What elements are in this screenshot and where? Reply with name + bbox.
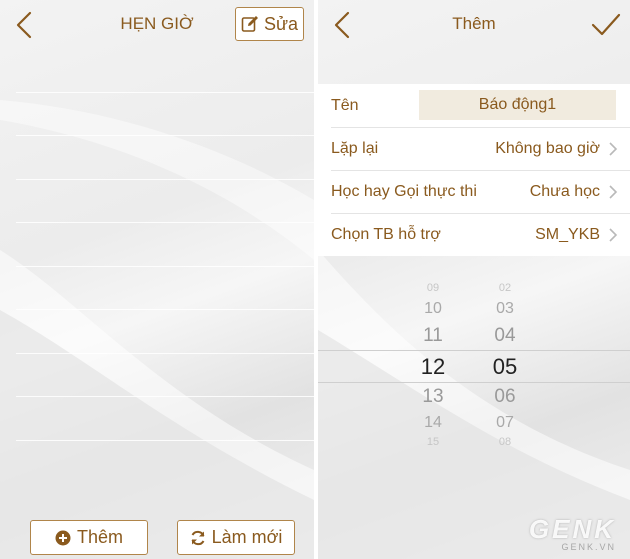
repeat-label: Lặp lại xyxy=(331,139,379,157)
timer-list-screen: HẸN GIỜ Sửa Thêm Làm mới xyxy=(0,0,314,559)
plus-circle-icon xyxy=(55,530,71,545)
minute-selected[interactable]: 05 xyxy=(480,356,530,378)
hour-option[interactable]: 10 xyxy=(408,301,458,317)
genk-watermark: GENK GENK.VN xyxy=(529,514,616,552)
minute-option[interactable]: 07 xyxy=(480,415,530,431)
name-row: Tên Báo động1 xyxy=(318,84,630,127)
left-navbar: HẸN GIỜ Sửa xyxy=(0,0,314,50)
page-title: Thêm xyxy=(452,14,496,33)
edit-button-label: Sửa xyxy=(263,13,299,34)
list-item[interactable] xyxy=(16,136,314,180)
edit-button[interactable]: Sửa xyxy=(235,7,304,41)
refresh-button[interactable]: Làm mới xyxy=(177,520,295,555)
checkmark-icon[interactable] xyxy=(590,12,622,38)
minute-option[interactable]: 06 xyxy=(480,387,530,406)
add-timer-screen: Thêm Tên Báo động1 Lặp lại Không bao giờ… xyxy=(318,0,630,559)
learn-row[interactable]: Học hay Gọi thực thi Chưa học xyxy=(318,170,630,213)
learn-label: Học hay Gọi thực thi xyxy=(331,182,477,200)
learn-value: Chưa học xyxy=(529,182,600,200)
hour-option[interactable]: 14 xyxy=(408,415,458,431)
repeat-row[interactable]: Lặp lại Không bao giờ xyxy=(318,127,630,170)
chevron-right-icon xyxy=(609,227,618,242)
timer-form: Tên Báo động1 Lặp lại Không bao giờ Học … xyxy=(318,84,630,256)
list-item[interactable] xyxy=(16,310,314,354)
hour-selected[interactable]: 12 xyxy=(408,356,458,378)
timer-list xyxy=(16,49,314,441)
device-label: Chọn TB hỗ trợ xyxy=(331,225,441,243)
chevron-right-icon xyxy=(609,184,618,199)
right-navbar: Thêm xyxy=(318,0,630,50)
time-picker[interactable]: 09 10 11 12 13 14 15 02 03 04 05 06 07 0… xyxy=(318,270,630,460)
hour-option[interactable]: 15 xyxy=(408,437,458,448)
refresh-icon xyxy=(191,530,205,545)
device-row[interactable]: Chọn TB hỗ trợ SM_YKB xyxy=(318,213,630,256)
list-item[interactable] xyxy=(16,223,314,267)
list-item[interactable] xyxy=(16,354,314,397)
add-button-label: Thêm xyxy=(76,527,123,547)
minute-option[interactable]: 02 xyxy=(480,283,530,294)
repeat-value: Không bao giờ xyxy=(495,139,600,157)
picker-selection-band xyxy=(318,350,630,383)
list-item[interactable] xyxy=(16,267,314,310)
add-button[interactable]: Thêm xyxy=(30,520,148,555)
hour-option[interactable]: 11 xyxy=(408,326,458,345)
chevron-right-icon xyxy=(609,141,618,156)
minute-option[interactable]: 03 xyxy=(480,301,530,317)
edit-icon xyxy=(241,16,258,32)
list-item[interactable] xyxy=(16,93,314,136)
name-field[interactable]: Báo động1 xyxy=(419,90,616,120)
refresh-button-label: Làm mới xyxy=(211,527,283,547)
hour-option[interactable]: 09 xyxy=(408,283,458,294)
hour-option[interactable]: 13 xyxy=(408,387,458,406)
watermark-logo: GENK xyxy=(528,514,616,544)
device-value: SM_YKB xyxy=(535,225,600,243)
list-item[interactable] xyxy=(16,49,314,93)
list-item[interactable] xyxy=(16,180,314,223)
list-item[interactable] xyxy=(16,397,314,441)
minute-option[interactable]: 08 xyxy=(480,437,530,448)
minute-option[interactable]: 04 xyxy=(480,326,530,345)
